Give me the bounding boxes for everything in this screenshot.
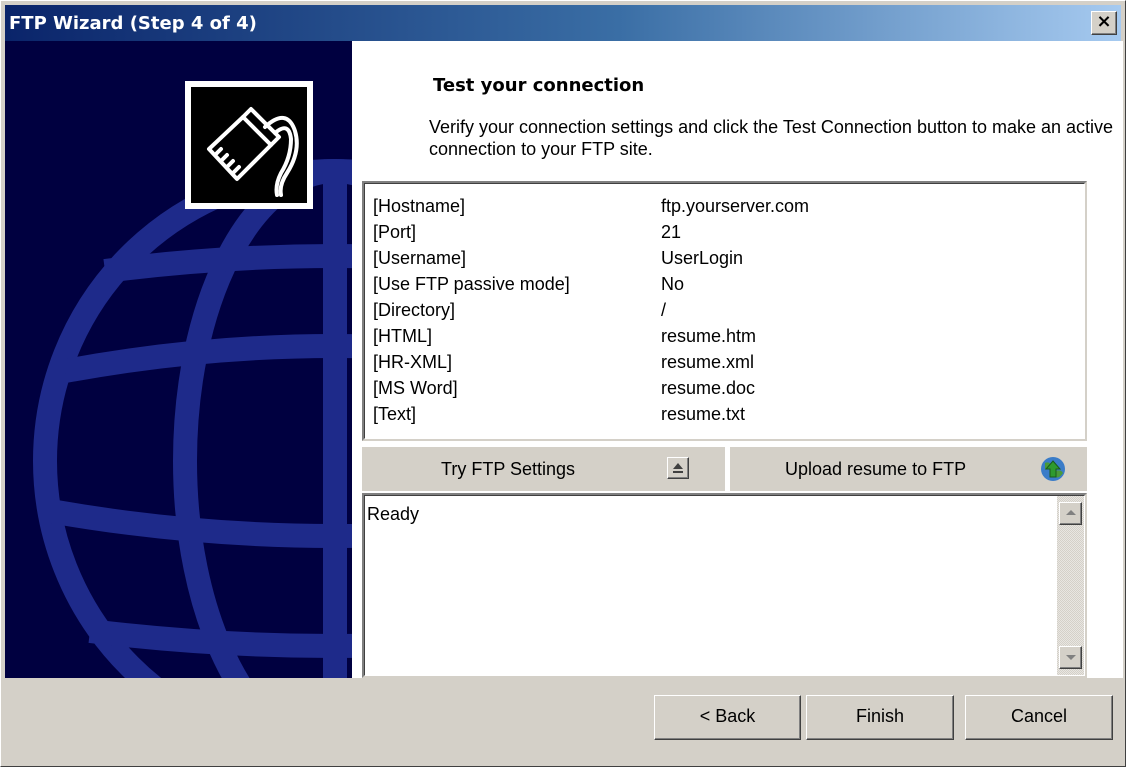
back-button[interactable]: < Back <box>654 695 801 740</box>
scroll-down-button[interactable] <box>1059 646 1082 669</box>
globe-upload-icon <box>1041 457 1065 481</box>
status-log-text: Ready <box>367 504 420 524</box>
wizard-footer: < Back Finish Cancel <box>5 678 1121 764</box>
try-ftp-settings-button[interactable]: Try FTP Settings <box>362 447 725 491</box>
setting-value: resume.doc <box>661 378 756 398</box>
setting-key: [Directory] <box>373 300 456 320</box>
connector-icon-frame <box>185 81 313 209</box>
wizard-content: Test your connection Verify your connect… <box>352 41 1123 678</box>
status-log[interactable]: Ready <box>362 493 1087 678</box>
eject-icon <box>667 457 689 479</box>
scroll-up-button[interactable] <box>1059 502 1082 525</box>
window-title: FTP Wizard (Step 4 of 4) <box>9 13 257 34</box>
network-connector-icon <box>191 87 307 203</box>
side-panel <box>5 41 352 678</box>
close-icon: × <box>1096 11 1112 32</box>
try-ftp-settings-label: Try FTP Settings <box>441 459 576 479</box>
title-bar[interactable]: FTP Wizard (Step 4 of 4) × <box>5 5 1121 41</box>
ftp-wizard-window: FTP Wizard (Step 4 of 4) × Test your con… <box>0 0 1126 767</box>
setting-key: [MS Word] <box>373 378 458 398</box>
page-description: Verify your connection settings and clic… <box>429 117 1114 159</box>
setting-key: [Text] <box>373 404 417 424</box>
setting-value: No <box>661 274 685 294</box>
cancel-button[interactable]: Cancel <box>965 695 1113 740</box>
setting-value: UserLogin <box>661 248 744 268</box>
setting-value: resume.xml <box>661 352 755 372</box>
settings-list[interactable]: [Hostname] ftp.yourserver.com [Port] 21 … <box>362 181 1087 441</box>
upload-resume-label: Upload resume to FTP <box>785 459 967 479</box>
setting-key: [HR-XML] <box>373 352 453 372</box>
page-title: Test your connection <box>433 75 645 96</box>
setting-key: [HTML] <box>373 326 433 346</box>
setting-key: [Username] <box>373 248 467 268</box>
setting-value: 21 <box>661 222 682 242</box>
setting-key: [Hostname] <box>373 196 466 216</box>
close-button[interactable]: × <box>1091 11 1117 35</box>
setting-key: [Port] <box>373 222 417 242</box>
setting-key: [Use FTP passive mode] <box>373 274 570 294</box>
setting-value: / <box>661 300 667 320</box>
upload-resume-button[interactable]: Upload resume to FTP <box>730 447 1087 491</box>
log-scrollbar[interactable] <box>1057 496 1084 675</box>
finish-button[interactable]: Finish <box>806 695 954 740</box>
setting-value: ftp.yourserver.com <box>661 196 810 216</box>
setting-value: resume.txt <box>661 404 746 424</box>
setting-value: resume.htm <box>661 326 757 346</box>
